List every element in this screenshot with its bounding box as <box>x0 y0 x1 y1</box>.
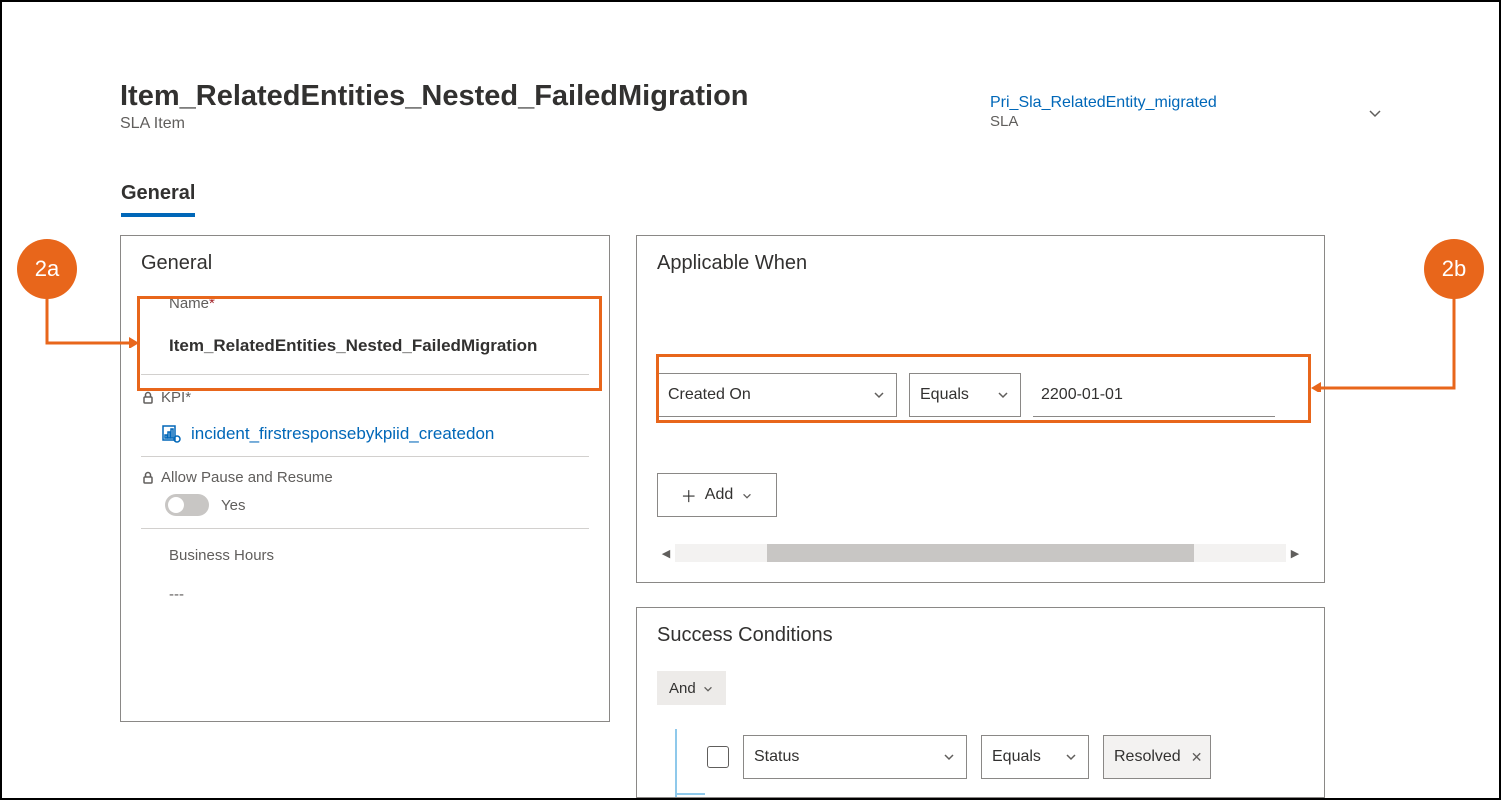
tab-general[interactable]: General <box>121 182 195 217</box>
related-entity-selector[interactable]: Pri_Sla_RelatedEntity_migrated SLA <box>990 94 1386 130</box>
chevron-down-icon[interactable] <box>1364 102 1386 124</box>
scroll-right-button[interactable]: ▶ <box>1286 544 1304 562</box>
business-hours-value[interactable]: --- <box>169 586 609 603</box>
related-entity-link[interactable]: Pri_Sla_RelatedEntity_migrated <box>990 94 1217 112</box>
scroll-left-button[interactable]: ◀ <box>657 544 675 562</box>
highlight-name-field <box>137 296 602 391</box>
chevron-down-icon <box>702 682 714 694</box>
add-condition-button[interactable]: ＋ Add <box>657 473 777 517</box>
chevron-down-icon <box>942 750 956 764</box>
kpi-label: KPI* <box>161 389 191 406</box>
annotation-arrow-2b <box>1309 298 1457 392</box>
chevron-down-icon <box>1064 750 1078 764</box>
logic-operator-button[interactable]: And <box>657 671 726 705</box>
page-subtitle: SLA Item <box>120 115 749 133</box>
lock-icon <box>141 391 155 405</box>
page-title: Item_RelatedEntities_Nested_FailedMigrat… <box>120 80 749 113</box>
related-entity-type: SLA <box>990 113 1217 130</box>
horizontal-scrollbar[interactable]: ◀ ▶ <box>657 544 1304 562</box>
kpi-entity-icon <box>161 424 181 444</box>
plus-icon: ＋ <box>681 483 697 507</box>
annotation-badge-2b: 2b <box>1424 239 1484 299</box>
tree-connector <box>675 793 705 795</box>
business-hours-label: Business Hours <box>169 547 609 564</box>
tree-connector <box>675 729 677 798</box>
annotation-arrow-2a <box>44 298 139 348</box>
success-operator-dropdown[interactable]: Equals <box>981 735 1089 779</box>
chevron-down-icon <box>741 489 753 501</box>
pause-toggle[interactable] <box>165 494 209 516</box>
success-field-dropdown[interactable]: Status <box>743 735 967 779</box>
pause-toggle-value: Yes <box>221 497 245 514</box>
close-icon[interactable]: ✕ <box>1191 749 1203 766</box>
success-section-title: Success Conditions <box>637 624 1324 647</box>
highlight-applicable-condition <box>656 354 1311 423</box>
pause-label: Allow Pause and Resume <box>161 469 333 486</box>
condition-checkbox[interactable] <box>707 746 729 768</box>
panel-success-conditions: Success Conditions And Status Equals Res… <box>636 607 1325 798</box>
general-section-title: General <box>121 252 609 275</box>
applicable-section-title: Applicable When <box>637 252 1324 275</box>
lock-icon <box>141 471 155 485</box>
success-value-tag[interactable]: Resolved ✕ <box>1103 735 1211 779</box>
kpi-link[interactable]: incident_firstresponsebykpiid_createdon <box>191 424 494 444</box>
annotation-badge-2a: 2a <box>17 239 77 299</box>
